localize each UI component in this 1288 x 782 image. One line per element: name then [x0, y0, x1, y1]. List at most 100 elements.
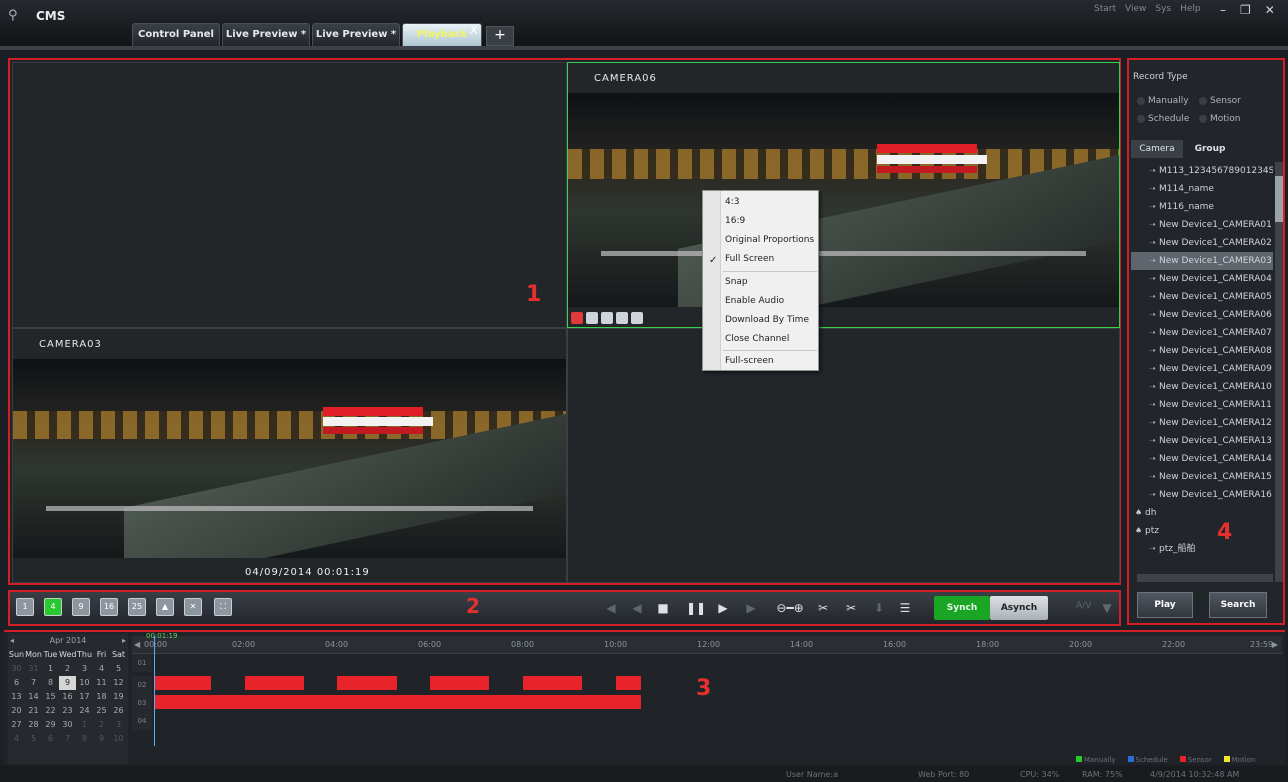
calendar-day[interactable]: 15	[42, 690, 59, 704]
menu-item-16-9[interactable]: 16:9	[725, 212, 745, 231]
menu-help[interactable]: Help	[1180, 4, 1201, 14]
calendar-day[interactable]: 11	[93, 676, 110, 690]
calendar-day[interactable]: 12	[110, 676, 127, 690]
tree-item[interactable]: ➝ New Device1_CAMERA09	[1131, 360, 1273, 378]
calendar-day[interactable]: 6	[42, 732, 59, 746]
calendar-day[interactable]: 5	[25, 732, 42, 746]
eject-icon[interactable]: ▲	[156, 598, 174, 616]
tree-item[interactable]: ➝ New Device1_CAMERA06	[1131, 306, 1273, 324]
record-segment[interactable]	[523, 676, 582, 690]
calendar-day[interactable]: 7	[25, 676, 42, 690]
timeline-cursor[interactable]	[154, 636, 155, 746]
calendar-day[interactable]: 31	[25, 662, 42, 676]
calendar-day[interactable]: 9	[93, 732, 110, 746]
calendar-day[interactable]: 28	[25, 718, 42, 732]
tab-live-preview-1[interactable]: Live Preview *	[222, 23, 310, 46]
play-button[interactable]: Play	[1137, 592, 1193, 618]
video-cell-3[interactable]: CAMERA03 04/09/2014 00:01:19	[12, 328, 567, 583]
minimize-icon[interactable]: –	[1220, 3, 1226, 17]
menu-view[interactable]: View	[1125, 4, 1146, 14]
calendar-day[interactable]: 10	[76, 676, 93, 690]
scrollbar-thumb[interactable]	[1275, 176, 1283, 222]
layout-4-button[interactable]: 4	[44, 598, 62, 616]
close-icon[interactable]: ✕	[1265, 3, 1275, 17]
tree-group[interactable]: ♠ dh	[1131, 504, 1273, 522]
tab-group[interactable]: Group	[1183, 140, 1237, 158]
calendar-day[interactable]: 20	[8, 704, 25, 718]
add-tab-button[interactable]: +	[486, 26, 514, 46]
menu-item-full-screen-alt[interactable]: Full-screen	[725, 352, 774, 371]
snapshot-icon[interactable]	[586, 312, 598, 324]
calendar-day-selected[interactable]: 9	[59, 676, 76, 690]
calendar-day[interactable]: 26	[110, 704, 127, 718]
menu-item-download-by-time[interactable]: Download By Time	[725, 311, 809, 330]
close-all-icon[interactable]: ✕	[184, 598, 202, 616]
menu-item-full-screen[interactable]: Full Screen	[725, 250, 774, 269]
next-month-icon[interactable]: ▸	[122, 634, 126, 648]
prev-month-icon[interactable]: ◂	[10, 634, 14, 648]
calendar-day[interactable]: 13	[8, 690, 25, 704]
clip-end-icon[interactable]: ✂	[844, 601, 858, 615]
video-cell-4[interactable]	[567, 328, 1120, 583]
layout-1-button[interactable]: 1	[16, 598, 34, 616]
tab-live-preview-2[interactable]: Live Preview *	[312, 23, 400, 46]
layout-16-button[interactable]: 16	[100, 598, 118, 616]
record-segment[interactable]	[430, 676, 489, 690]
record-segment[interactable]	[616, 676, 641, 690]
fullscreen-icon[interactable]	[631, 312, 643, 324]
radio-motion[interactable]: Motion	[1199, 114, 1241, 124]
tab-close-icon[interactable]: X	[470, 24, 478, 37]
menu-start[interactable]: Start	[1094, 4, 1116, 14]
calendar-day[interactable]: 5	[110, 662, 127, 676]
calendar-day[interactable]: 3	[76, 662, 93, 676]
menu-item-snap[interactable]: Snap	[725, 273, 748, 292]
tree-item[interactable]: ➝ New Device1_CAMERA13	[1131, 432, 1273, 450]
tree-item[interactable]: ➝ New Device1_CAMERA02	[1131, 234, 1273, 252]
restore-icon[interactable]: ❐	[1240, 3, 1251, 17]
calendar-day[interactable]: 23	[59, 704, 76, 718]
calendar-day[interactable]: 6	[8, 676, 25, 690]
menu-item-original-proportions[interactable]: Original Proportions	[725, 231, 814, 250]
tree-item[interactable]: ➝ New Device1_CAMERA12	[1131, 414, 1273, 432]
calendar-day[interactable]: 30	[59, 718, 76, 732]
dropdown-icon[interactable]: ▼	[1100, 601, 1114, 615]
calendar-day[interactable]: 27	[8, 718, 25, 732]
tree-horizontal-scrollbar[interactable]	[1137, 574, 1273, 582]
tree-item-selected[interactable]: ➝ New Device1_CAMERA03	[1131, 252, 1273, 270]
tree-item[interactable]: ➝ New Device1_CAMERA10	[1131, 378, 1273, 396]
tree-item[interactable]: ➝ New Device1_CAMERA11	[1131, 396, 1273, 414]
radio-schedule[interactable]: Schedule	[1137, 114, 1189, 124]
zoom-icon[interactable]	[616, 312, 628, 324]
clip-start-icon[interactable]: ✂	[816, 601, 830, 615]
tree-item[interactable]: ➝ M114_name	[1131, 180, 1273, 198]
tree-item[interactable]: ➝ New Device1_CAMERA04	[1131, 270, 1273, 288]
calendar-day[interactable]: 17	[76, 690, 93, 704]
calendar-day[interactable]: 14	[25, 690, 42, 704]
calendar-day[interactable]: 8	[42, 676, 59, 690]
pause-icon[interactable]: ❚❚	[686, 601, 706, 615]
calendar-day[interactable]: 30	[8, 662, 25, 676]
record-segment[interactable]	[154, 676, 211, 690]
calendar-day[interactable]: 19	[110, 690, 127, 704]
backward-icon[interactable]: ◀	[630, 601, 644, 615]
list-icon[interactable]: ☰	[898, 601, 912, 615]
tree-item[interactable]: ➝ New Device1_CAMERA14	[1131, 450, 1273, 468]
video-cell-1[interactable]	[12, 62, 567, 328]
forward-icon[interactable]: ▶	[716, 601, 730, 615]
menu-item-4-3[interactable]: 4:3	[725, 193, 739, 212]
layout-9-button[interactable]: 9	[72, 598, 90, 616]
calendar-day[interactable]: 7	[59, 732, 76, 746]
calendar-day[interactable]: 2	[59, 662, 76, 676]
scroll-left-icon[interactable]: ◀	[134, 640, 140, 649]
record-segment[interactable]	[154, 695, 641, 709]
scroll-right-icon[interactable]: ▶	[1272, 640, 1278, 649]
calendar-day[interactable]: 25	[93, 704, 110, 718]
tree-item[interactable]: ➝ New Device1_CAMERA16	[1131, 486, 1273, 504]
audio-icon[interactable]	[601, 312, 613, 324]
calendar-day[interactable]: 24	[76, 704, 93, 718]
tree-item[interactable]: ➝ New Device1_CAMERA07	[1131, 324, 1273, 342]
radio-sensor[interactable]: Sensor	[1199, 96, 1241, 106]
tree-item[interactable]: ➝ New Device1_CAMERA08	[1131, 342, 1273, 360]
tab-camera[interactable]: Camera	[1131, 140, 1183, 158]
layout-25-button[interactable]: 25	[128, 598, 146, 616]
